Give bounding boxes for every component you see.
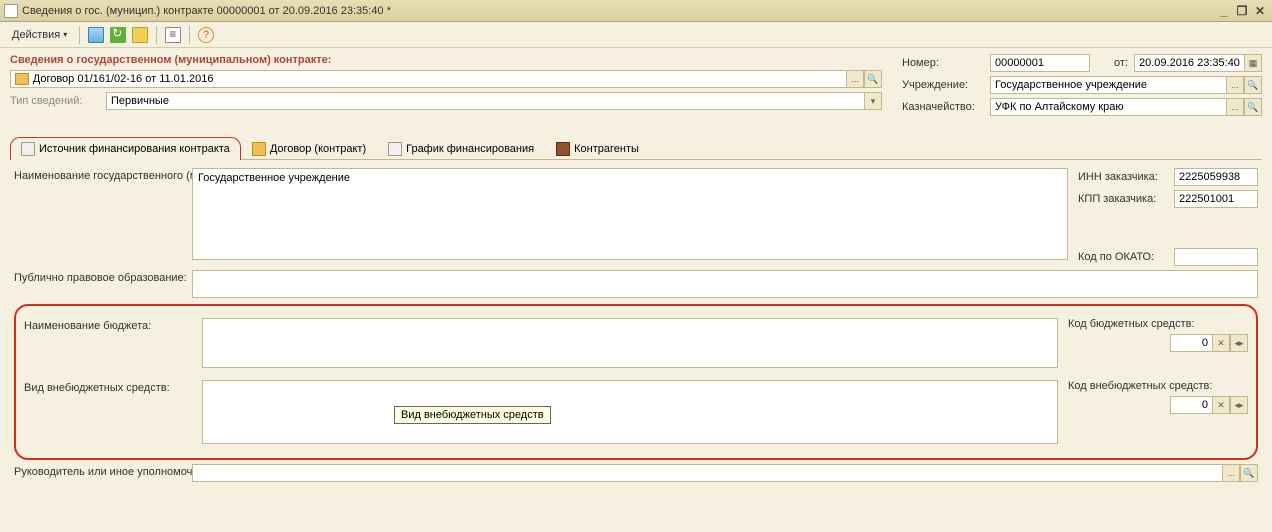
toolbar-separator (189, 26, 190, 44)
budget-code-clear-button[interactable]: ✕ (1212, 334, 1230, 352)
refresh-button[interactable] (108, 25, 128, 45)
institution-select-button[interactable]: ... (1226, 76, 1244, 94)
manager-label: Руководитель или иное уполномоченное лиц… (14, 464, 184, 482)
public-entity-textarea[interactable] (192, 270, 1258, 298)
export-button[interactable] (130, 25, 150, 45)
public-entity-label: Публично правовое образование: (14, 270, 184, 298)
help-button[interactable]: ? (196, 25, 216, 45)
number-field[interactable] (990, 54, 1090, 72)
list-button[interactable] (163, 25, 183, 45)
institution-input[interactable] (995, 79, 1222, 91)
offbudget-code-spinner-button[interactable]: ◂▸ (1230, 396, 1248, 414)
save-button[interactable] (86, 25, 106, 45)
manager-search-button[interactable]: 🔍 (1240, 464, 1258, 482)
customer-name-label: Наименование государственного (муниципал… (14, 168, 184, 260)
kpp-field[interactable] (1174, 190, 1258, 208)
type-label: Тип сведений: (10, 95, 98, 107)
document-icon (88, 27, 104, 43)
budget-code-field[interactable] (1170, 334, 1212, 352)
budget-name-label: Наименование бюджета: (24, 318, 194, 368)
offbudget-name-label: Вид внебюджетных средств: (24, 380, 194, 444)
folder-icon (15, 73, 29, 85)
offbudget-code-input[interactable] (1175, 399, 1208, 411)
help-icon: ? (198, 27, 214, 43)
tab-label: График финансирования (406, 143, 534, 155)
customer-name-textarea[interactable]: Государственное учреждение (192, 168, 1068, 260)
contract-field[interactable] (10, 70, 846, 88)
budget-code-input[interactable] (1175, 337, 1208, 349)
kpp-label: КПП заказчика: (1078, 193, 1170, 205)
window-title: Сведения о гос. (муницип.) контракте 000… (22, 5, 1216, 17)
inn-field[interactable] (1174, 168, 1258, 186)
export-icon (132, 27, 148, 43)
manager-select-button[interactable]: ... (1222, 464, 1240, 482)
date-input[interactable] (1139, 57, 1240, 69)
offbudget-code-clear-button[interactable]: ✕ (1212, 396, 1230, 414)
number-label: Номер: (902, 57, 984, 69)
tab-label: Договор (контракт) (270, 143, 366, 155)
maximize-button[interactable]: ❐ (1234, 4, 1250, 18)
tab-label: Источник финансирования контракта (39, 143, 230, 155)
type-field[interactable] (106, 92, 864, 110)
budget-code-spinner-button[interactable]: ◂▸ (1230, 334, 1248, 352)
inn-input[interactable] (1179, 171, 1253, 183)
number-input[interactable] (995, 57, 1085, 69)
contract-select-button[interactable]: ... (846, 70, 864, 88)
treasury-label: Казначейство: (902, 101, 984, 113)
treasury-input[interactable] (995, 101, 1222, 113)
okato-field[interactable] (1174, 248, 1258, 266)
window-icon (4, 4, 18, 18)
tab-label: Контрагенты (574, 143, 639, 155)
type-dropdown-button[interactable]: ▾ (864, 92, 882, 110)
tooltip: Вид внебюджетных средств (394, 406, 551, 424)
kpp-input[interactable] (1179, 193, 1253, 205)
treasury-select-button[interactable]: ... (1226, 98, 1244, 116)
highlighted-section: Наименование бюджета: Код бюджетных сред… (14, 304, 1258, 460)
clipboard-icon (21, 142, 35, 156)
from-label: от: (1114, 57, 1128, 69)
close-button[interactable]: ✕ (1252, 4, 1268, 18)
tab-counterparties[interactable]: Контрагенты (545, 137, 650, 160)
treasury-field[interactable] (990, 98, 1226, 116)
treasury-search-button[interactable]: 🔍 (1244, 98, 1262, 116)
institution-field[interactable] (990, 76, 1226, 94)
minimize-button[interactable]: _ (1216, 4, 1232, 18)
okato-input[interactable] (1179, 251, 1253, 263)
offbudget-name-textarea[interactable] (202, 380, 1058, 444)
inn-label: ИНН заказчика: (1078, 171, 1170, 183)
date-field[interactable] (1134, 54, 1244, 72)
contract-search-button[interactable]: 🔍 (864, 70, 882, 88)
institution-search-button[interactable]: 🔍 (1244, 76, 1262, 94)
contract-input[interactable] (33, 73, 842, 85)
list-icon (165, 27, 181, 43)
tab-financing-source[interactable]: Источник финансирования контракта (10, 137, 241, 160)
offbudget-code-label: Код внебюджетных средств: (1068, 380, 1212, 392)
manager-input[interactable] (197, 467, 1218, 479)
refresh-icon (110, 27, 126, 43)
toolbar-separator (79, 26, 80, 44)
chart-icon (388, 142, 402, 156)
offbudget-code-field[interactable] (1170, 396, 1212, 414)
tab-contract[interactable]: Договор (контракт) (241, 137, 377, 160)
calendar-button[interactable]: ▦ (1244, 54, 1262, 72)
manager-field[interactable] (192, 464, 1222, 482)
actions-label: Действия (12, 29, 60, 41)
budget-name-textarea[interactable] (202, 318, 1058, 368)
toolbar-separator (156, 26, 157, 44)
tab-financing-schedule[interactable]: График финансирования (377, 137, 545, 160)
briefcase-icon (556, 142, 570, 156)
section-title: Сведения о государственном (муниципально… (10, 54, 882, 66)
type-input[interactable] (111, 95, 860, 107)
folder-icon (252, 142, 266, 156)
institution-label: Учреждение: (902, 79, 984, 91)
okato-label: Код по ОКАТО: (1078, 251, 1170, 263)
actions-dropdown[interactable]: Действия (6, 27, 73, 43)
budget-code-label: Код бюджетных средств: (1068, 318, 1195, 330)
